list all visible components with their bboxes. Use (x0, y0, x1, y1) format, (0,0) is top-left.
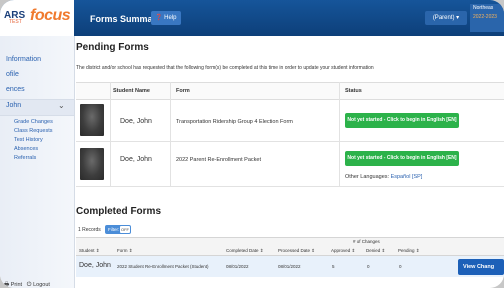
student-name: Doe, John (120, 118, 152, 125)
col-completed-date-sort[interactable]: Completed Date ⇕ (226, 248, 264, 254)
changes-group-label: # of Changes (353, 239, 380, 244)
completed-forms-heading: Completed Forms (76, 206, 162, 217)
logo-sub: TEST (9, 19, 22, 25)
sidebar-sub-test-history[interactable]: Test History (14, 137, 43, 143)
help-button[interactable]: ❓ Help (151, 11, 181, 25)
column-divider (339, 82, 340, 186)
sidebar-item-student[interactable]: John (6, 102, 21, 109)
col-denied-sort[interactable]: Denied ⇕ (366, 248, 385, 254)
col-student-name: Student Name (113, 88, 150, 94)
filter-label: Filter: (108, 227, 120, 232)
column-divider (110, 82, 111, 186)
begin-form-button[interactable]: Not yet started - Click to begin in Engl… (345, 151, 459, 166)
logout-link[interactable]: Logout (33, 282, 50, 288)
student-name: Doe, John (120, 156, 152, 163)
logout-icon: ⏻ (26, 282, 32, 288)
school-name: Northeas (473, 5, 494, 11)
school-year: 2022-2023 (473, 14, 497, 20)
col-status: Status (345, 88, 362, 94)
help-icon: ❓ (155, 15, 163, 21)
logo[interactable]: ARS TEST focus (0, 0, 74, 36)
app-window: ARS TEST focus Forms Summary ❓ Help (Par… (0, 0, 504, 288)
sidebar-sub-grade-changes[interactable]: Grade Changes (14, 119, 53, 125)
print-link[interactable]: Print (11, 282, 22, 288)
pending-count: 0 (399, 264, 402, 269)
completed-date: 08/01/2022 (226, 264, 249, 269)
sidebar-sub-absences[interactable]: Absences (14, 146, 38, 152)
pending-table-header: Student Name Form Status (76, 82, 504, 100)
begin-form-button[interactable]: Not yet started - Click to begin in Engl… (345, 113, 459, 128)
filter-toggle[interactable]: Filter: OFF (105, 225, 131, 234)
student-photo (80, 148, 104, 180)
col-form-sort[interactable]: Form ⇕ (117, 248, 133, 254)
table-row: Doe, John 2022 Student Re-Enrollment Pac… (76, 256, 504, 277)
help-label: Help (164, 15, 177, 21)
row-divider (76, 186, 504, 187)
completed-table-header: Student ⇕ Form ⇕ Completed Date ⇕ Proces… (76, 245, 504, 256)
sidebar-item-preferences[interactable]: ences (6, 86, 25, 93)
sidebar-item-profile[interactable]: ofile (6, 71, 19, 78)
other-languages-label: Other Languages: (345, 174, 390, 180)
sidebar: Information ofile ences John ⌄ Grade Cha… (0, 36, 75, 288)
completed-student: Doe, John (79, 262, 111, 269)
col-processed-date-sort[interactable]: Processed Date ⇕ (278, 248, 315, 254)
column-divider (170, 82, 171, 186)
row-divider (76, 141, 504, 142)
school-selector[interactable]: Northeas 2022-2023 (470, 4, 504, 32)
sidebar-item-information[interactable]: Information (6, 56, 41, 63)
processed-date: 08/01/2022 (278, 264, 301, 269)
print-icon: 🖶 (4, 282, 10, 288)
top-bar: ARS TEST focus Forms Summary ❓ Help (Par… (0, 0, 504, 36)
student-photo (80, 104, 104, 136)
approved-count: 5 (332, 264, 335, 269)
view-changes-button[interactable]: View Chang (458, 259, 504, 275)
col-pending-sort[interactable]: Pending ⇕ (398, 248, 420, 254)
spanish-link[interactable]: Español [SP] (391, 174, 423, 180)
sidebar-sub-class-requests[interactable]: Class Requests (14, 128, 53, 134)
col-student-sort[interactable]: Student ⇕ (79, 248, 100, 254)
chevron-down-icon[interactable]: ⌄ (58, 101, 65, 110)
other-languages: Other Languages: Español [SP] (345, 174, 422, 180)
completed-form: 2022 Student Re-Enrollment Packet (Stude… (117, 264, 209, 269)
denied-count: 0 (367, 264, 370, 269)
records-count: 1 Records (78, 227, 101, 233)
filter-state: OFF (120, 226, 130, 233)
form-name[interactable]: 2022 Parent Re-Enrollment Packet (176, 157, 261, 163)
pending-description: The district and/or school has requested… (76, 65, 374, 71)
role-dropdown[interactable]: (Parent) ▾ (425, 11, 467, 25)
col-approved-sort[interactable]: Approved ⇕ (331, 248, 355, 254)
pending-forms-heading: Pending Forms (76, 42, 149, 53)
sidebar-footer: 🖶 Print ⏻ Logout (4, 281, 50, 288)
col-form: Form (176, 88, 190, 94)
form-name[interactable]: Transportation Ridership Group 4 Electio… (176, 119, 293, 125)
logo-focus: focus (30, 7, 71, 24)
sidebar-sub-referrals[interactable]: Referrals (14, 155, 36, 161)
